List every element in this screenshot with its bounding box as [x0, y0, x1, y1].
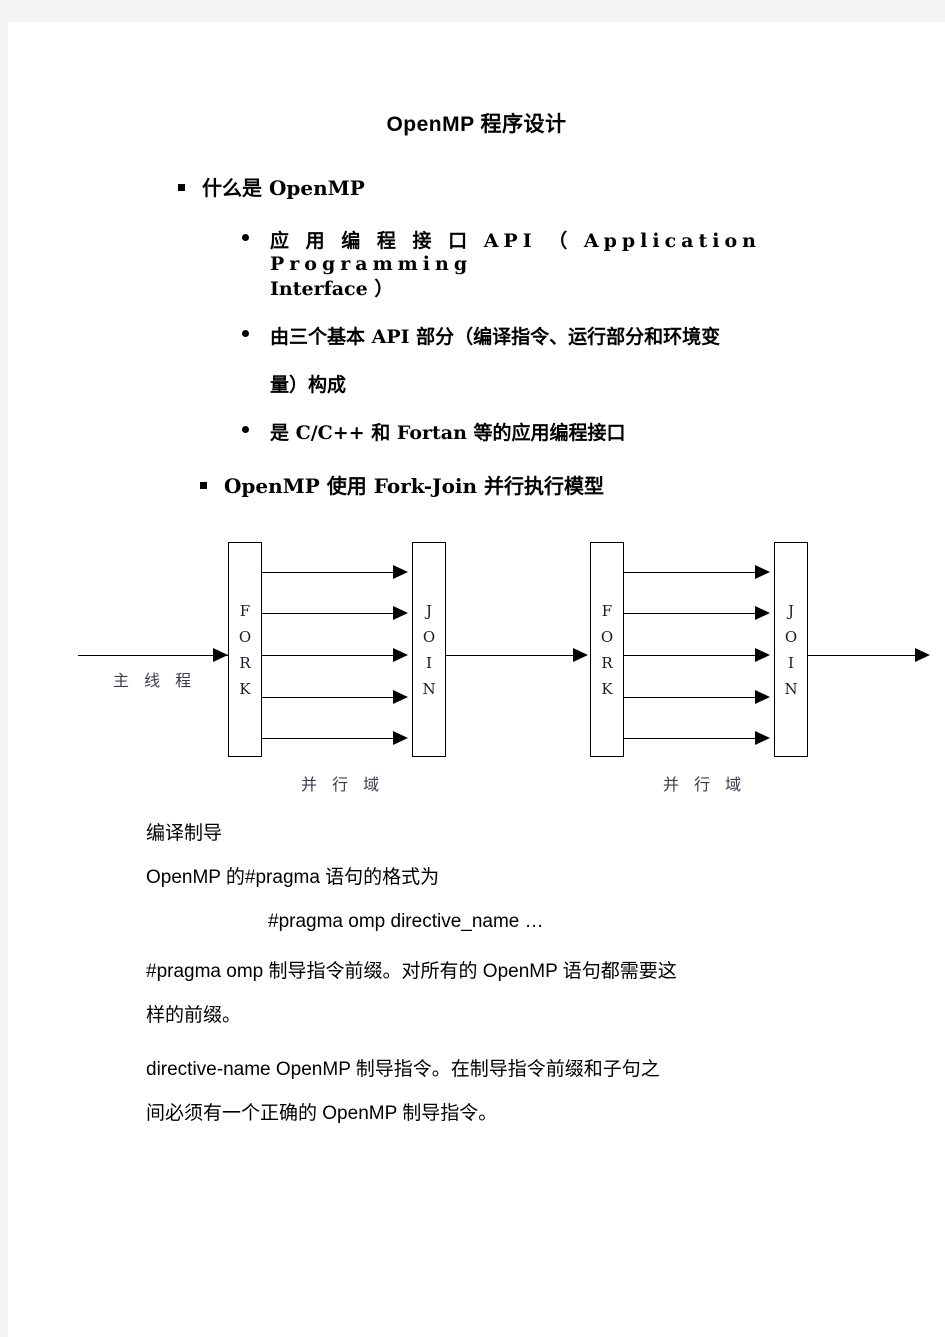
- thread-line: [624, 697, 759, 698]
- outline-subitem-line: 由三个基本 API 部分（编译指令、运行部分和环境变: [270, 326, 721, 348]
- thread-line: [262, 697, 397, 698]
- thread-line: [262, 572, 397, 573]
- round-bullet-icon: [242, 234, 249, 241]
- square-bullet-icon: [178, 184, 185, 192]
- pragma-format-line: OpenMP 的#pragma 语句的格式为: [146, 867, 440, 888]
- join-letter-o: O: [784, 627, 798, 646]
- outline-subitem-line: 是 C/C++ 和 Fortan 等的应用编程接口: [270, 422, 626, 444]
- join-letter-i: I: [426, 653, 432, 672]
- page-title: OpenMP 程序设计: [386, 113, 567, 136]
- outline-subitem-line: 量）构成: [270, 374, 347, 396]
- directive-name-description-line2: 间必须有一个正确的 OpenMP 制导指令。: [146, 1103, 498, 1124]
- fork-letter-r: R: [601, 653, 613, 672]
- thread-arrowhead-icon: [393, 606, 408, 620]
- thread-arrowhead-icon: [755, 565, 770, 579]
- outline-subitem-three-parts-cont: 量）构成: [270, 370, 830, 397]
- thread-arrowhead-icon: [393, 648, 408, 662]
- thread-arrowhead-icon: [393, 690, 408, 704]
- fork-box-1: F O R K: [228, 542, 262, 757]
- join-letter-j: J: [425, 601, 432, 620]
- outline-item-fork-join-model: OpenMP 使用 Fork-Join 并行执行模型: [200, 470, 604, 499]
- join-letter-j: J: [787, 601, 794, 620]
- thread-arrowhead-icon: [755, 606, 770, 620]
- thread-line: [624, 613, 759, 614]
- outline-subitem-line: Interface ）: [270, 278, 394, 300]
- fork-letter-f: F: [239, 601, 251, 620]
- outline-subitem-three-parts: 由三个基本 API 部分（编译指令、运行部分和环境变: [242, 322, 840, 349]
- thread-arrowhead-icon: [755, 731, 770, 745]
- serial-arrowhead-icon: [573, 648, 588, 662]
- parallel-region-label-1: 并 行 域: [301, 775, 385, 794]
- outline-item-label: OpenMP 使用 Fork-Join 并行执行模型: [224, 474, 605, 498]
- trailing-arrowhead-icon: [915, 648, 930, 662]
- outline-subitem-api-definition-cont: Interface ）: [270, 274, 830, 301]
- fork-join-diagram: 主 线 程 F O R K J O I N F O R K J O I N 并 …: [8, 517, 945, 807]
- thread-line: [624, 655, 759, 656]
- parallel-region-label-2: 并 行 域: [663, 775, 747, 794]
- pragma-code-sample: #pragma omp directive_name …: [268, 911, 544, 932]
- fork-letter-k: K: [601, 679, 613, 698]
- thread-line: [262, 738, 397, 739]
- document-page: OpenMP 程序设计 什么是 OpenMP 应 用 编 程 接 口 API （…: [8, 22, 945, 1337]
- square-bullet-icon: [200, 482, 207, 490]
- main-thread-label: 主 线 程: [113, 671, 197, 690]
- thread-line: [262, 613, 397, 614]
- thread-arrowhead-icon: [393, 731, 408, 745]
- thread-arrowhead-icon: [755, 690, 770, 704]
- fork-letter-r: R: [239, 653, 251, 672]
- thread-line: [624, 572, 759, 573]
- fork-letter-o: O: [238, 627, 252, 646]
- thread-line: [624, 738, 759, 739]
- directive-name-description-line1: directive-name OpenMP 制导指令。在制导指令前缀和子句之: [146, 1059, 660, 1080]
- serial-region-line: [446, 655, 576, 656]
- outline-subitem-line: 应 用 编 程 接 口 API （ Application Programmin…: [270, 230, 761, 275]
- pragma-omp-description-line2: 样的前缀。: [146, 1005, 242, 1026]
- join-letter-n: N: [422, 679, 436, 698]
- section-heading-compile-directive: 编译制导: [146, 823, 223, 844]
- join-letter-i: I: [788, 653, 794, 672]
- fork-letter-o: O: [600, 627, 614, 646]
- join-letter-n: N: [784, 679, 798, 698]
- pragma-omp-description-line1: #pragma omp 制导指令前缀。对所有的 OpenMP 语句都需要这: [146, 961, 677, 982]
- join-letter-o: O: [422, 627, 436, 646]
- fork-letter-k: K: [239, 679, 251, 698]
- outline-item-label: 什么是 OpenMP: [202, 176, 365, 200]
- outline-subitem-languages: 是 C/C++ 和 Fortan 等的应用编程接口: [242, 418, 840, 445]
- fork-letter-f: F: [601, 601, 613, 620]
- outline-subitem-api-definition: 应 用 编 程 接 口 API （ Application Programmin…: [242, 226, 830, 275]
- thread-line: [262, 655, 397, 656]
- outline-item-what-is-openmp: 什么是 OpenMP: [178, 172, 365, 201]
- thread-arrowhead-icon: [755, 648, 770, 662]
- join-box-2: J O I N: [774, 542, 808, 757]
- main-thread-line: [78, 655, 228, 656]
- round-bullet-icon: [242, 330, 249, 337]
- fork-box-2: F O R K: [590, 542, 624, 757]
- main-thread-arrowhead-icon: [213, 648, 228, 662]
- thread-arrowhead-icon: [393, 565, 408, 579]
- trailing-thread-line: [808, 655, 918, 656]
- round-bullet-icon: [242, 426, 249, 433]
- join-box-1: J O I N: [412, 542, 446, 757]
